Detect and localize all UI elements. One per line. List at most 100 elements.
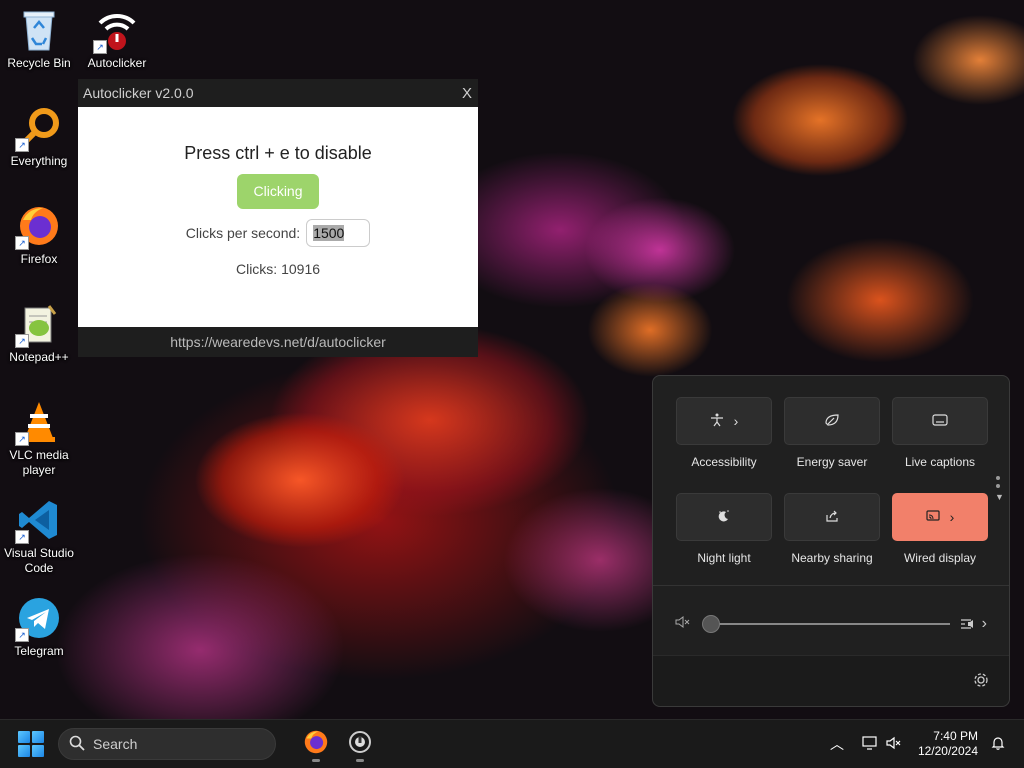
shortcut-arrow-icon: ↗ — [15, 628, 29, 642]
chevron-right-icon: › — [949, 509, 955, 525]
clicking-toggle-button[interactable]: Clicking — [237, 174, 319, 209]
desktop-icon-label: Firefox — [20, 252, 58, 266]
quick-settings-panel: › Accessibility Energy saver Live captio… — [652, 375, 1010, 707]
live-captions-icon — [932, 413, 948, 429]
tile-energy-saver[interactable]: Energy saver — [784, 397, 880, 469]
tile-wired-display[interactable]: › Wired display — [892, 493, 988, 565]
nearby-sharing-button[interactable] — [784, 493, 880, 541]
running-indicator — [356, 759, 364, 762]
tile-live-captions[interactable]: Live captions — [892, 397, 988, 469]
taskbar-firefox[interactable] — [296, 724, 336, 764]
tile-accessibility[interactable]: › Accessibility — [676, 397, 772, 469]
live-captions-button[interactable] — [892, 397, 988, 445]
clock-date: 12/20/2024 — [917, 744, 978, 758]
cps-row: Clicks per second: 1500 — [78, 219, 478, 247]
desktop-icon-label: Recycle Bin — [7, 56, 71, 70]
accessibility-icon — [710, 413, 724, 430]
wired-display-button[interactable]: › — [892, 493, 988, 541]
network-icon[interactable] — [862, 735, 880, 754]
tile-nearby-sharing[interactable]: Nearby sharing — [784, 493, 880, 565]
shortcut-arrow-icon: ↗ — [15, 530, 29, 544]
night-light-button[interactable] — [676, 493, 772, 541]
desktop-icon-label: Everything — [10, 154, 68, 168]
autoclicker-icon — [348, 730, 372, 759]
speaker-muted-icon[interactable] — [675, 615, 691, 634]
clock-time: 7:40 PM — [933, 729, 978, 743]
autoclicker-footer-link[interactable]: https://wearedevs.net/d/autoclicker — [78, 327, 478, 357]
chevron-down-icon[interactable]: ▼ — [995, 492, 1004, 502]
firefox-icon: ↗ — [15, 204, 61, 250]
accessibility-button[interactable]: › — [676, 397, 772, 445]
desktop-icon-label: Autoclicker — [87, 56, 147, 70]
shortcut-arrow-icon: ↗ — [93, 40, 107, 54]
desktop-icon-everything[interactable]: ↗ Everything — [1, 106, 77, 169]
night-light-icon — [717, 509, 731, 526]
autoclicker-icon: ↗ — [93, 8, 139, 54]
search-icon — [69, 735, 85, 754]
audio-output-icon[interactable]: › — [960, 615, 987, 633]
desktop-icon-telegram[interactable]: ↗ Telegram — [1, 596, 77, 659]
notification-bell-icon[interactable] — [990, 735, 1006, 754]
taskbar: Search ︿ 7:40 PM 12/20/2024 — [0, 719, 1024, 768]
taskbar-autoclicker[interactable] — [340, 724, 380, 764]
cps-input[interactable]: 1500 — [306, 219, 371, 247]
tile-label: Wired display — [903, 551, 977, 565]
quick-settings-footer — [653, 655, 1009, 706]
settings-gear-icon[interactable] — [973, 672, 989, 693]
notepadpp-icon: ↗ — [15, 302, 61, 348]
search-placeholder: Search — [93, 736, 138, 752]
telegram-icon: ↗ — [15, 596, 61, 642]
autoclicker-body: Press ctrl + e to disable Clicking Click… — [78, 107, 478, 327]
divider — [653, 585, 1009, 586]
autoclicker-titlebar[interactable]: Autoclicker v2.0.0 X — [78, 79, 478, 107]
chevron-right-icon: › — [733, 413, 739, 429]
shortcut-arrow-icon: ↗ — [15, 432, 29, 446]
desktop-icon-label: Visual Studio Code — [4, 546, 74, 575]
wired-display-icon — [926, 509, 940, 525]
desktop-icon-firefox[interactable]: ↗ Firefox — [1, 204, 77, 267]
taskbar-clock[interactable]: 7:40 PM 12/20/2024 — [918, 729, 978, 759]
page-indicator[interactable]: ▼ — [995, 472, 1004, 502]
shortcut-arrow-icon: ↗ — [15, 236, 29, 250]
desktop-icon-autoclicker[interactable]: ↗ Autoclicker — [79, 8, 155, 71]
cps-label: Clicks per second: — [185, 225, 301, 241]
window-title: Autoclicker v2.0.0 — [83, 85, 194, 101]
tile-label: Energy saver — [796, 455, 868, 469]
vscode-icon: ↗ — [15, 498, 61, 544]
desktop-icon-label: Telegram — [14, 644, 64, 658]
system-tray: ︿ 7:40 PM 12/20/2024 — [830, 720, 1024, 768]
running-indicator — [312, 759, 320, 762]
shortcut-arrow-icon: ↗ — [15, 334, 29, 348]
desktop-icon-vlc[interactable]: ↗ VLC media player — [1, 400, 77, 478]
hotkey-instruction: Press ctrl + e to disable — [184, 143, 372, 163]
everything-search-icon: ↗ — [15, 106, 61, 152]
tile-label: Live captions — [904, 455, 976, 469]
click-counter: Clicks: 10916 — [235, 261, 321, 277]
vlc-icon: ↗ — [15, 400, 61, 446]
energy-saver-icon — [824, 413, 840, 430]
volume-slider-thumb[interactable] — [702, 615, 720, 633]
chevron-up-icon[interactable]: ︿ — [830, 734, 844, 754]
desktop-icon-recycle-bin[interactable]: Recycle Bin — [1, 8, 77, 71]
tile-label: Accessibility — [691, 455, 757, 469]
start-button[interactable] — [18, 731, 44, 757]
tile-label: Nearby sharing — [791, 551, 873, 565]
volume-slider[interactable] — [702, 615, 950, 633]
recycle-bin-icon — [17, 8, 61, 52]
desktop-icon-notepadpp[interactable]: ↗ Notepad++ — [1, 302, 77, 365]
cps-value: 1500 — [313, 225, 345, 241]
firefox-icon — [303, 729, 329, 760]
taskbar-search[interactable]: Search — [58, 728, 276, 760]
autoclicker-window: Autoclicker v2.0.0 X Press ctrl + e to d… — [78, 79, 478, 357]
nearby-sharing-icon — [825, 509, 839, 526]
tile-label: Night light — [697, 551, 751, 565]
volume-row: › — [675, 614, 987, 634]
volume-muted-icon[interactable] — [886, 735, 902, 754]
tile-night-light[interactable]: Night light — [676, 493, 772, 565]
energy-saver-button[interactable] — [784, 397, 880, 445]
desktop-icon-vscode[interactable]: ↗ Visual Studio Code — [1, 498, 77, 576]
close-button[interactable]: X — [462, 85, 472, 102]
shortcut-arrow-icon: ↗ — [15, 138, 29, 152]
chevron-right-icon: › — [981, 615, 987, 632]
desktop-icon-label: Notepad++ — [9, 350, 69, 364]
